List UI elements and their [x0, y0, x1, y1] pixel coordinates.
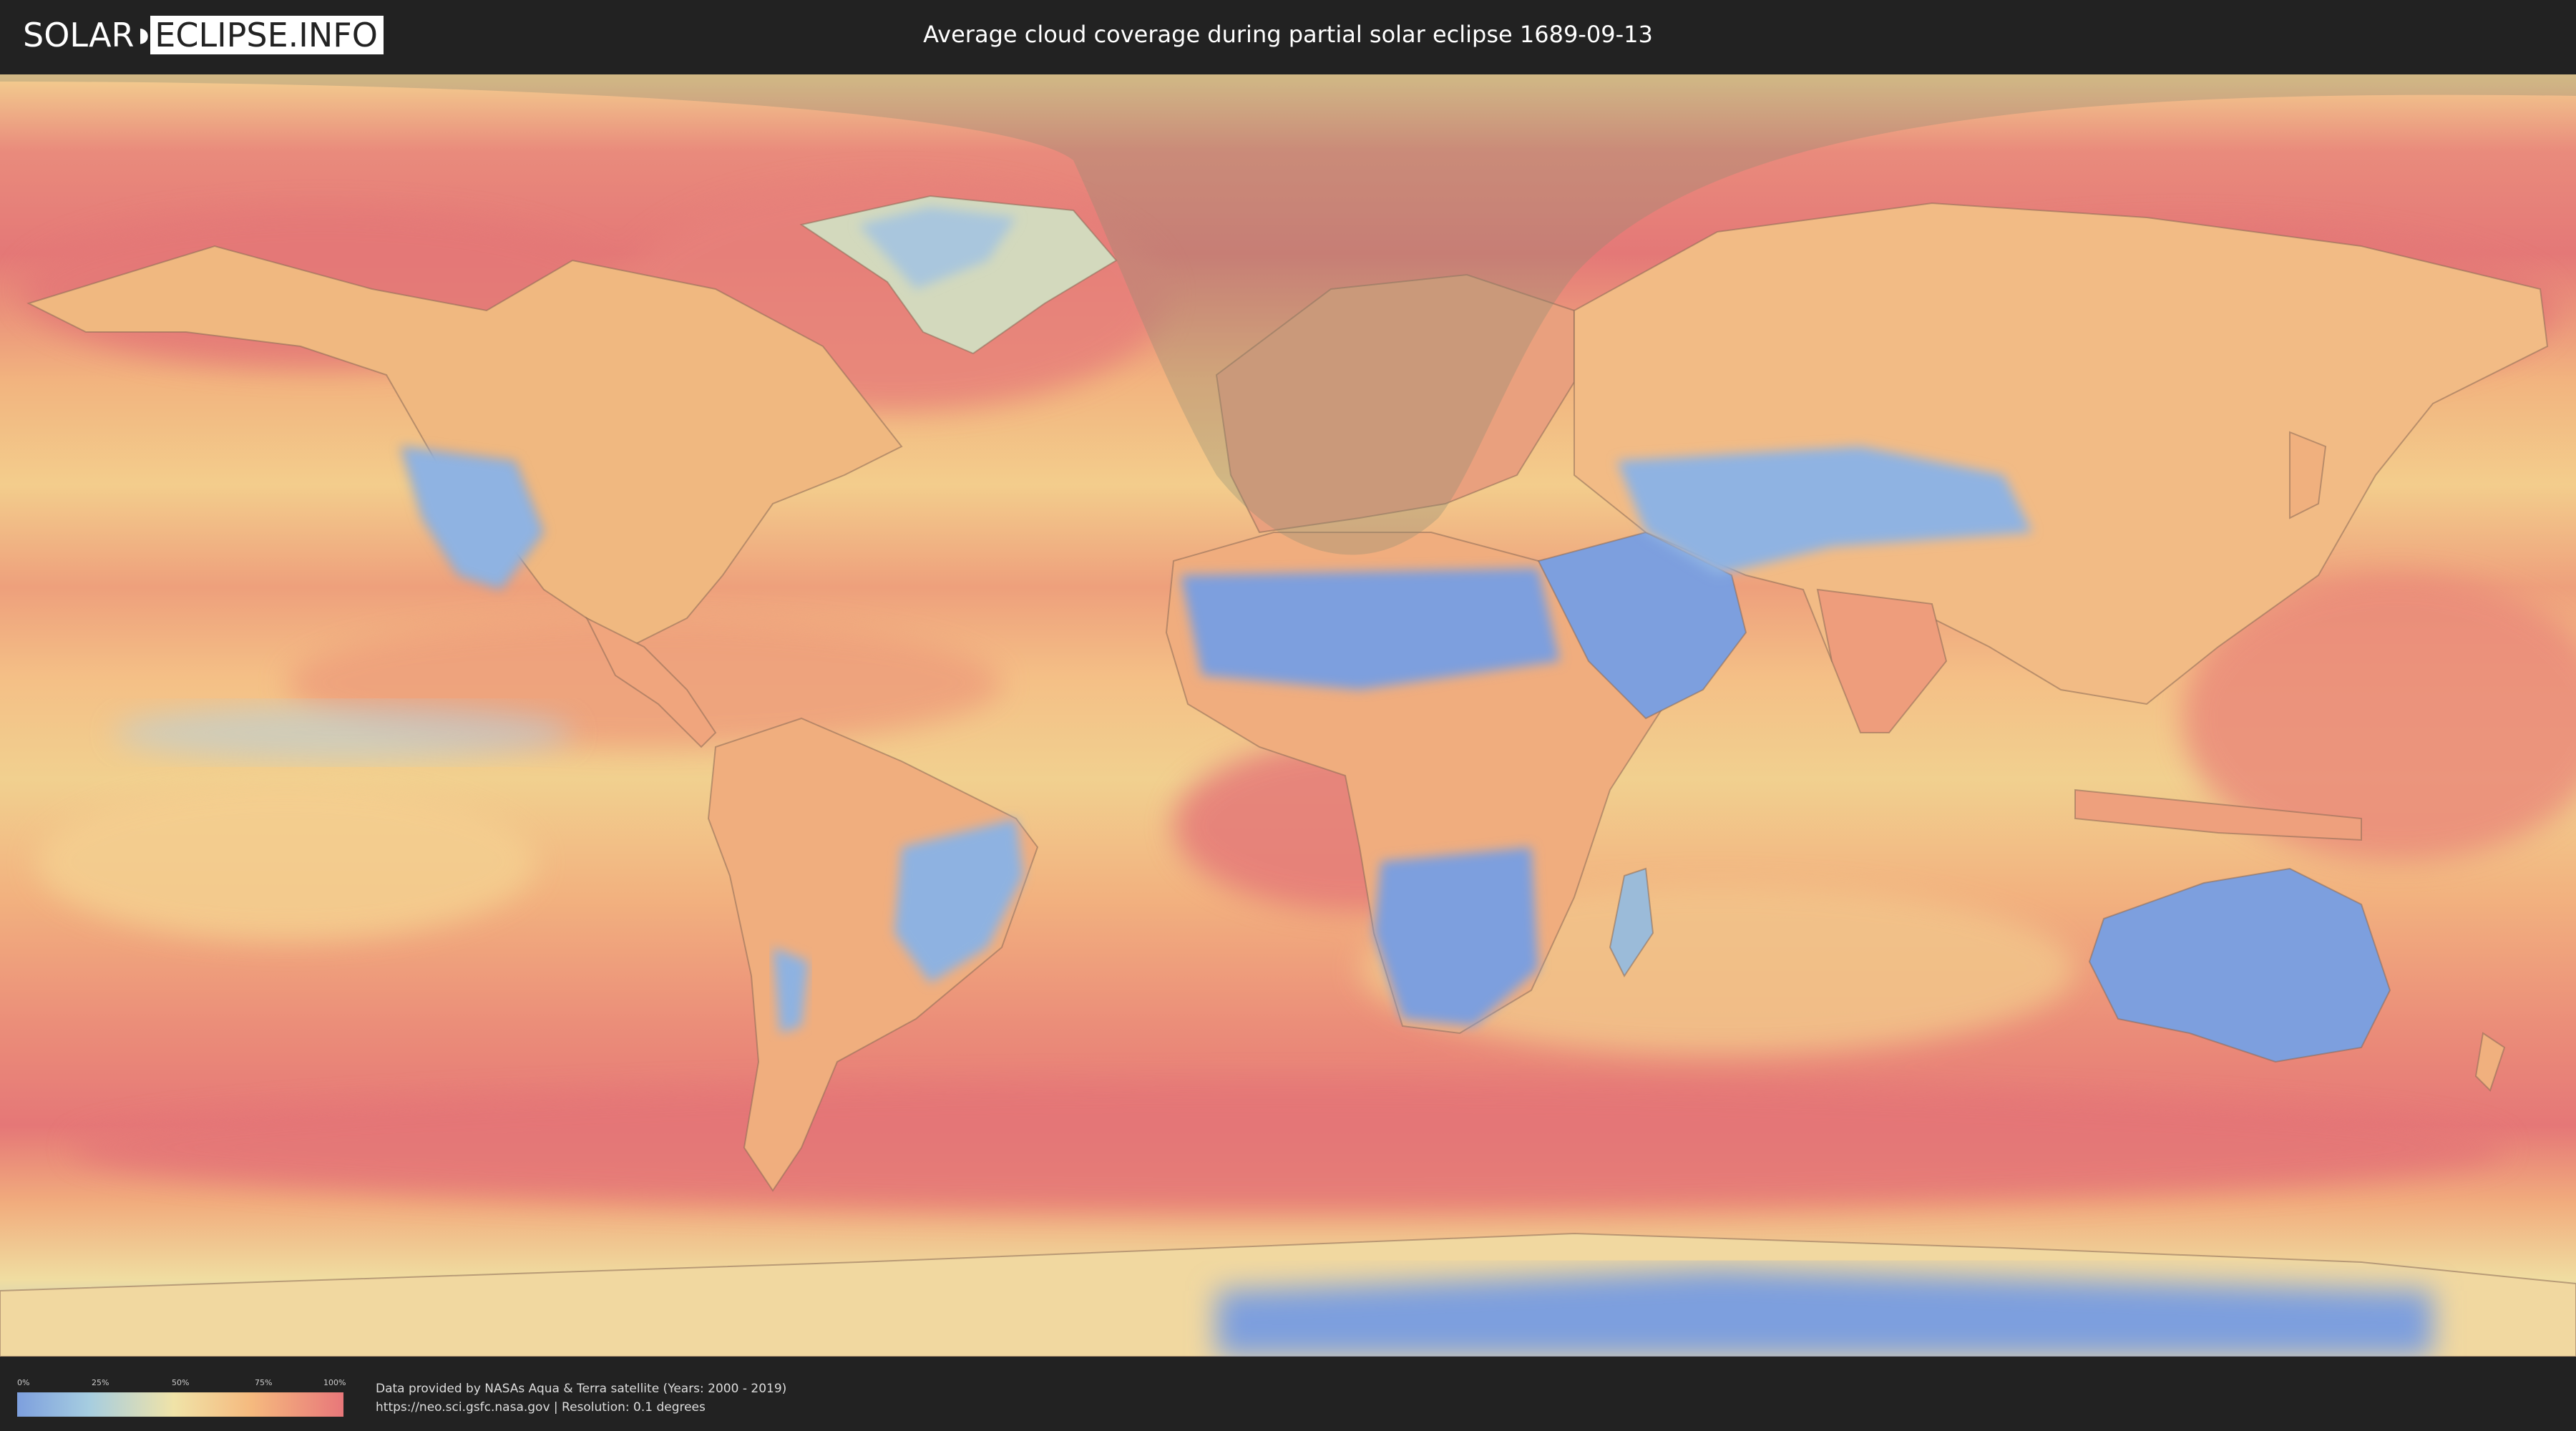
- credits-line-2: https://neo.sci.gsfc.nasa.gov | Resoluti…: [376, 1400, 706, 1415]
- cloud-coverage-legend: 0% 25% 50% 75% 100%: [17, 1378, 346, 1417]
- header-bar: SOLAR ◗ ECLIPSE.INFO Average cloud cover…: [0, 0, 2576, 72]
- page-title: Average cloud coverage during partial so…: [923, 21, 1653, 48]
- legend-label-50: 50%: [172, 1378, 190, 1387]
- footer-bar: 0% 25% 50% 75% 100% Data provided by NAS…: [0, 1357, 2576, 1431]
- legend-label-100: 100%: [323, 1378, 346, 1387]
- world-map-svg: [0, 74, 2576, 1357]
- legend-labels: 0% 25% 50% 75% 100%: [17, 1378, 346, 1392]
- data-credits: Data provided by NASAs Aqua & Terra sate…: [376, 1379, 786, 1417]
- clear-sky-pacific: [114, 704, 572, 761]
- legend-color-bar: [17, 1392, 343, 1417]
- legend-label-0: 0%: [17, 1378, 30, 1387]
- credits-line-1: Data provided by NASAs Aqua & Terra sate…: [376, 1382, 787, 1396]
- cloud-coverage-map[interactable]: [0, 74, 2576, 1357]
- legend-label-75: 75%: [255, 1378, 273, 1387]
- legend-label-25: 25%: [92, 1378, 109, 1387]
